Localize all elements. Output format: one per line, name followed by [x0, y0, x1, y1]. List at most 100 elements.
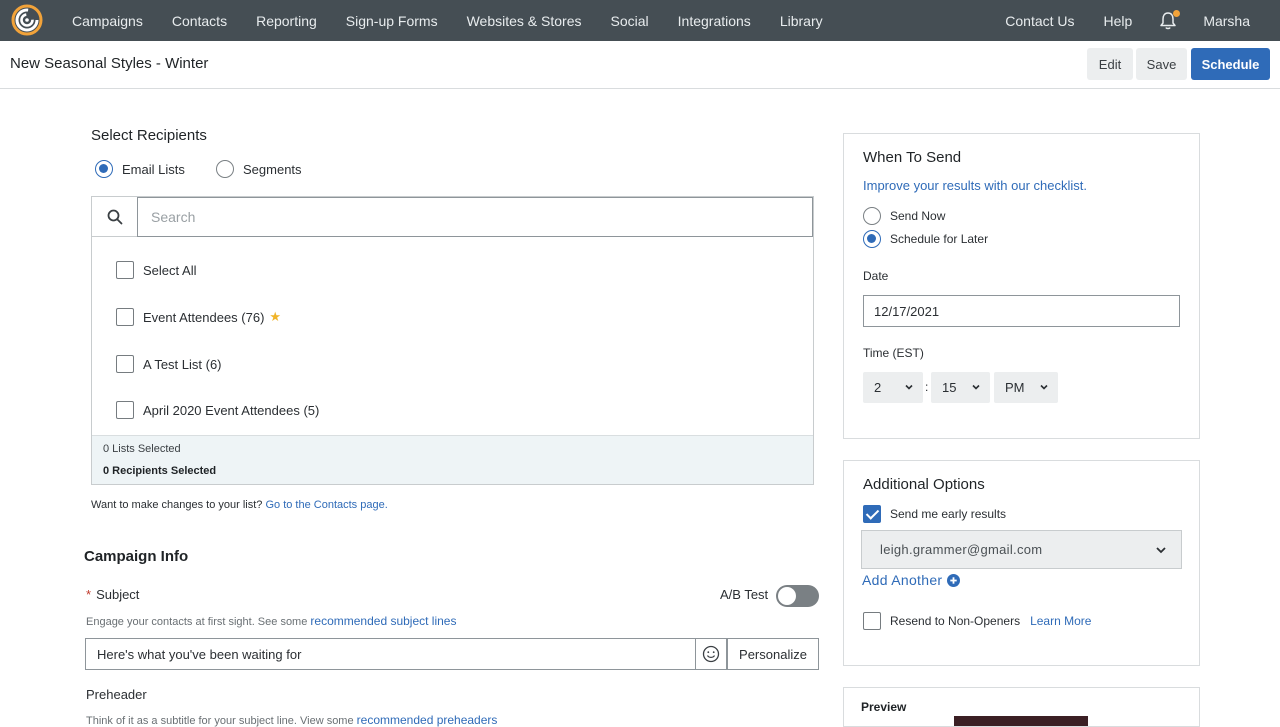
additional-options-heading: Additional Options [863, 476, 985, 493]
resend-label: Resend to Non-Openers [890, 614, 1021, 628]
date-label: Date [863, 269, 889, 283]
contacts-page-link[interactable]: Go to the Contacts page. [265, 499, 387, 511]
ampm-select[interactable]: PM [994, 372, 1058, 403]
preview-heading: Preview [861, 700, 907, 714]
select-all-row[interactable]: Select All [116, 261, 196, 279]
add-another-button[interactable]: Add Another [862, 572, 961, 588]
ab-test-toggle[interactable] [776, 585, 819, 607]
chevron-down-icon [905, 384, 913, 390]
recommended-preheaders-link[interactable]: recommended preheaders [357, 713, 498, 727]
nav-social[interactable]: Social [611, 13, 649, 29]
early-results-checkbox[interactable] [863, 505, 881, 523]
subject-input[interactable] [85, 638, 696, 670]
early-results-label: Send me early results [890, 507, 1007, 521]
schedule-button[interactable]: Schedule [1191, 48, 1270, 80]
resend-checkbox[interactable] [863, 612, 881, 630]
additional-options-panel: Additional Options Send me early results… [843, 460, 1200, 666]
constant-contact-logo[interactable] [10, 3, 44, 37]
preheader-hint-text: Think of it as a subtitle for your subje… [86, 715, 354, 727]
preheader-hint: Think of it as a subtitle for your subje… [86, 713, 497, 727]
ab-test-label: A/B Test [720, 587, 769, 602]
when-to-send-heading: When To Send [863, 149, 962, 166]
preview-thumbnail[interactable] [954, 716, 1088, 726]
early-results-email-select[interactable]: leigh.grammer@gmail.com [861, 530, 1182, 569]
early-results-option[interactable]: Send me early results [863, 505, 1006, 523]
radio-selected[interactable] [95, 160, 113, 178]
radio-unselected[interactable] [216, 160, 234, 178]
notifications-bell-icon[interactable] [1159, 9, 1181, 31]
subject-label-row: * Subject [86, 587, 139, 602]
schedule-later-label: Schedule for Later [890, 232, 989, 246]
send-now-label: Send Now [890, 209, 946, 223]
nav-library[interactable]: Library [780, 13, 823, 29]
segments-label: Segments [243, 161, 302, 177]
personalize-button[interactable]: Personalize [727, 638, 819, 670]
plus-circle-icon [947, 573, 961, 587]
resend-option[interactable]: Resend to Non-Openers Learn More [863, 612, 1091, 630]
campaign-info-heading: Campaign Info [84, 548, 189, 565]
checklist-link[interactable]: Improve your results with our checklist. [863, 178, 1087, 193]
chevron-down-icon [1156, 547, 1166, 554]
preheader-label: Preheader [86, 687, 147, 702]
select-all-label: Select All [143, 262, 197, 278]
notification-dot [1173, 9, 1181, 17]
emoji-button[interactable] [695, 638, 727, 670]
selection-summary: 0 Lists Selected 0 Recipients Selected [92, 435, 813, 484]
list-item[interactable]: April 2020 Event Attendees (5) [116, 401, 319, 419]
list-search-input[interactable] [137, 197, 813, 237]
time-label: Time (EST) [863, 346, 924, 360]
user-menu[interactable]: Marsha [1203, 13, 1250, 29]
list-checkbox[interactable] [116, 308, 134, 326]
nav-reporting[interactable]: Reporting [256, 13, 317, 29]
segments-radio[interactable]: Segments [216, 160, 302, 178]
smiley-icon [702, 645, 720, 663]
nav-integrations[interactable]: Integrations [678, 13, 751, 29]
list-item[interactable]: Event Attendees (76) ★ [116, 308, 281, 326]
select-all-checkbox[interactable] [116, 261, 134, 279]
nav-contact-us[interactable]: Contact Us [1005, 13, 1074, 29]
hour-value: 2 [874, 380, 882, 395]
nav-contacts[interactable]: Contacts [172, 13, 227, 29]
preview-panel: Preview [843, 687, 1200, 727]
nav-campaigns[interactable]: Campaigns [72, 13, 143, 29]
secondary-nav: Contact Us Help Marsha [1005, 0, 1280, 41]
contacts-hint-text: Want to make changes to your list? [91, 499, 263, 511]
nav-signup-forms[interactable]: Sign-up Forms [346, 13, 438, 29]
primary-nav: Campaigns Contacts Reporting Sign-up For… [72, 0, 852, 41]
recommended-subject-lines-link[interactable]: recommended subject lines [310, 614, 456, 628]
subject-hint: Engage your contacts at first sight. See… [86, 614, 456, 628]
star-icon: ★ [269, 309, 282, 324]
title-bar: New Seasonal Styles - Winter Edit Save S… [0, 41, 1280, 89]
email-list-box: Select All Event Attendees (76) ★ A Test… [91, 196, 814, 485]
save-button[interactable]: Save [1136, 48, 1187, 80]
list-item[interactable]: A Test List (6) [116, 355, 222, 373]
minute-select[interactable]: 15 [931, 372, 990, 403]
page-title: New Seasonal Styles - Winter [10, 55, 209, 72]
nav-websites-stores[interactable]: Websites & Stores [467, 13, 582, 29]
schedule-later-radio[interactable]: Schedule for Later [863, 230, 988, 248]
date-input[interactable] [863, 295, 1180, 327]
chevron-down-icon [1040, 384, 1048, 390]
recipients-selected-count: 0 Recipients Selected [103, 465, 217, 477]
list-item-label: Event Attendees (76) [143, 309, 265, 325]
radio-unselected[interactable] [863, 207, 881, 225]
email-lists-label: Email Lists [122, 161, 185, 177]
ampm-value: PM [1005, 380, 1025, 395]
subject-hint-text: Engage your contacts at first sight. See… [86, 616, 308, 628]
hour-select[interactable]: 2 [863, 372, 923, 403]
minute-value: 15 [942, 380, 957, 395]
list-checkbox[interactable] [116, 355, 134, 373]
nav-help[interactable]: Help [1104, 13, 1133, 29]
contacts-hint: Want to make changes to your list? Go to… [91, 499, 388, 511]
list-item-label: A Test List (6) [143, 356, 222, 372]
edit-button[interactable]: Edit [1087, 48, 1133, 80]
list-checkbox[interactable] [116, 401, 134, 419]
radio-selected[interactable] [863, 230, 881, 248]
email-lists-radio[interactable]: Email Lists [95, 160, 185, 178]
learn-more-link[interactable]: Learn More [1030, 614, 1091, 628]
early-results-email-value: leigh.grammer@gmail.com [880, 542, 1043, 557]
send-now-radio[interactable]: Send Now [863, 207, 945, 225]
list-item-label: April 2020 Event Attendees (5) [143, 402, 320, 418]
top-nav: Campaigns Contacts Reporting Sign-up For… [0, 0, 1280, 41]
add-another-label: Add Another [862, 572, 943, 588]
